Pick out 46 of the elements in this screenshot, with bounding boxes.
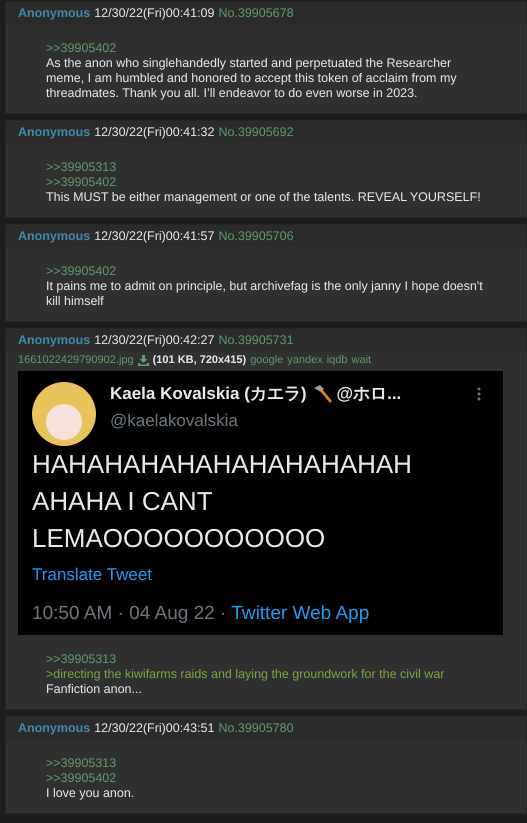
post-number-link[interactable]: No.39905731	[218, 333, 294, 347]
poster-name: Anonymous	[18, 6, 90, 20]
poster-name: Anonymous	[18, 721, 90, 735]
quote-link[interactable]: >>39905402	[46, 175, 486, 190]
more-icon[interactable]	[477, 386, 481, 400]
post-text: I love you anon.	[46, 786, 136, 801]
download-icon[interactable]	[138, 354, 149, 366]
post-date: 12/30/22(Fri)00:42:27	[94, 333, 214, 347]
poster-name: Anonymous	[18, 125, 90, 139]
post-date: 12/30/22(Fri)00:41:57	[94, 229, 214, 243]
post-date: 12/30/22(Fri)00:41:32	[94, 125, 214, 139]
tweet-text: LEMAOOOOOOOOOOO	[32, 522, 326, 555]
tweet-timestamp: 10:50 AM · 04 Aug 22 ·	[32, 603, 228, 624]
post-number-link[interactable]: No.39905780	[218, 721, 294, 735]
poster-name: Anonymous	[18, 229, 90, 243]
post-number-link[interactable]: No.39905692	[218, 125, 294, 139]
avatar-icon	[32, 382, 96, 446]
post-text: This MUST be either management or one of the talents. REVEAL YOURSELF!	[46, 190, 482, 205]
quote-link[interactable]: >>39905313	[46, 160, 486, 175]
post-number-link[interactable]: No.39905706	[218, 229, 294, 243]
tweet-text: HAHAHAHAHAHAHAHAHAHAH	[32, 448, 413, 481]
post-date: 12/30/22(Fri)00:41:09	[94, 6, 214, 20]
post-text: Fanfiction anon...	[46, 682, 143, 697]
post-text: As the anon who singlehandedly started and perpetuated the Researcher meme, I am humbled and honored to accept this token of acclaim from my threadmates. Thank you all. I’ll endeavor to do even worse in 2023.	[46, 56, 458, 101]
tweet-handle: @kaelakovalskia	[110, 411, 239, 431]
display-name: Kaela Kovalskia (カエラ)	[110, 383, 307, 405]
quote-link[interactable]: >>39905313	[46, 652, 486, 667]
search-link[interactable]: wait	[352, 354, 372, 366]
quote-link[interactable]: >>39905402	[46, 41, 486, 56]
file-info: (101 KB, 720x415)	[152, 354, 246, 366]
post-date: 12/30/22(Fri)00:43:51	[94, 721, 214, 735]
file-name-link[interactable]: 1661022429790902.jpg	[18, 354, 134, 366]
quote-link[interactable]: >>39905402	[46, 771, 486, 786]
translate-link[interactable]: Translate Tweet	[32, 565, 489, 585]
search-link[interactable]: yandex	[287, 354, 323, 366]
quote-link[interactable]: >>39905402	[46, 264, 486, 279]
post-text: It pains me to admit on principle, but archivefag is the only janny I hope doesn't kill himself	[46, 279, 484, 309]
tweet-text: AHAHA I CANT	[32, 485, 214, 518]
poster-name: Anonymous	[18, 333, 90, 347]
quote-link[interactable]: >>39905313	[46, 756, 486, 771]
handle-text: @ホロ...	[336, 383, 402, 405]
greentext-line: >directing the kiwifarms raids and laying the groundwork for the civil war	[46, 667, 446, 682]
search-link[interactable]: google	[250, 354, 284, 366]
search-link[interactable]: iqdb	[326, 354, 348, 366]
tweet-source-link[interactable]: Twitter Web App	[231, 603, 370, 624]
post-number-link[interactable]: No.39905678	[218, 6, 294, 20]
